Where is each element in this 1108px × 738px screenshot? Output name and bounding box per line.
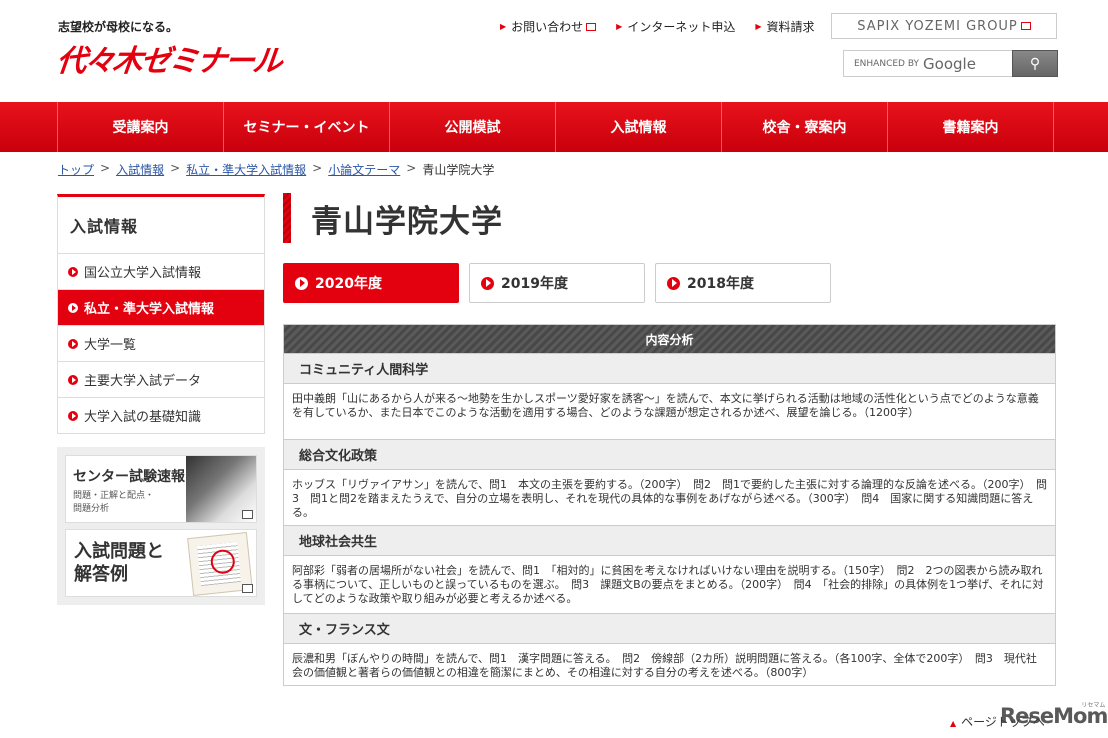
sidebar: 入試情報 国公立大学入試情報 私立・準大学入試情報 大学一覧 主要大学入試データ… — [57, 194, 265, 605]
arrow-circle-icon — [68, 302, 78, 313]
sidebar-banners: センター試験速報 問題・正解と配点・ 問題分析 入試問題と解答例 — [57, 447, 265, 605]
sidebar-item-exam-data[interactable]: 主要大学入試データ — [57, 362, 265, 398]
external-window-icon — [242, 584, 253, 593]
search-input[interactable]: ENHANCED BY Google — [844, 51, 1012, 76]
tab-2020[interactable]: 2020年度 — [283, 263, 459, 303]
contact-link[interactable]: ▶ お問い合わせ — [500, 18, 597, 35]
breadcrumb-current: 青山学院大学 — [422, 163, 495, 177]
sidebar-item-national-univ[interactable]: 国公立大学入試情報 — [57, 254, 265, 290]
breadcrumb-top[interactable]: トップ — [58, 161, 94, 178]
site-logo[interactable]: 代々木ゼミナール — [55, 36, 284, 80]
sidebar-item-univ-list[interactable]: 大学一覧 — [57, 326, 265, 362]
page-title-block: 青山学院大学 — [283, 193, 503, 243]
arrow-circle-icon — [68, 338, 78, 349]
triangle-icon: ▶ — [616, 22, 623, 31]
arrow-circle-icon — [68, 374, 78, 385]
sidebar-item-basics[interactable]: 大学入試の基礎知識 — [57, 398, 265, 434]
breadcrumb-private-univ[interactable]: 私立・準大学入試情報 — [186, 161, 306, 178]
triangle-icon: ▶ — [755, 22, 762, 31]
search-form: ENHANCED BY Google ⚲ — [843, 50, 1058, 77]
page-title: 青山学院大学 — [311, 203, 503, 240]
arrow-circle-icon — [295, 276, 308, 290]
section-title: コミュニティ人間科学 — [284, 353, 1055, 383]
table-header: 内容分析 — [284, 325, 1055, 353]
breadcrumb-exam-info[interactable]: 入試情報 — [116, 161, 164, 178]
arrow-circle-icon — [667, 276, 680, 290]
section-body: 田中義朗「山にあるから人が来る～地勢を生かしスポーツ愛好家を誘客～」を読んで、本… — [284, 383, 1055, 439]
year-tabs: 2020年度 2019年度 2018年度 — [283, 263, 831, 303]
nav-open-mock-exam[interactable]: 公開模試 — [389, 102, 555, 152]
nav-exam-info[interactable]: 入試情報 — [555, 102, 721, 152]
internet-apply-link[interactable]: ▶ インターネット申込 — [616, 18, 735, 35]
nav-books[interactable]: 書籍案内 — [887, 102, 1054, 152]
triangle-up-icon: ▲ — [950, 719, 957, 728]
nav-course-info[interactable]: 受講案内 — [57, 102, 223, 152]
section-body: 辰濃和男「ぼんやりの時間」を読んで、問1 漢字問題に答える。 問2 傍線部（2カ… — [284, 643, 1055, 685]
title-accent-bar — [283, 193, 291, 243]
nav-seminar-event[interactable]: セミナー・イベント — [223, 102, 389, 152]
triangle-icon: ▶ — [500, 22, 507, 31]
site-header: 志望校が母校になる。 代々木ゼミナール ▶ お問い合わせ ▶ インターネット申込 ▶… — [0, 0, 1108, 102]
external-link-icon — [586, 22, 597, 31]
section-title: 総合文化政策 — [284, 439, 1055, 469]
search-button[interactable]: ⚲ — [1012, 50, 1058, 77]
arrow-circle-icon — [68, 410, 78, 421]
logo-tagline: 志望校が母校になる。 — [58, 20, 179, 34]
resemom-watermark: ReseMom リセマム — [1000, 702, 1108, 728]
section-title: 地球社会共生 — [284, 525, 1055, 555]
tab-2018[interactable]: 2018年度 — [655, 263, 831, 303]
top-links: ▶ お問い合わせ ▶ インターネット申込 ▶ 資料請求 — [500, 18, 815, 35]
search-icon: ⚲ — [1029, 55, 1041, 72]
sidebar-item-private-univ[interactable]: 私立・準大学入試情報 — [57, 290, 265, 326]
group-link[interactable]: SAPIX YOZEMI GROUP — [831, 13, 1057, 39]
nav-campus-dorm[interactable]: 校舎・寮案内 — [721, 102, 887, 152]
arrow-circle-icon — [481, 276, 494, 290]
content-analysis-table: 内容分析 コミュニティ人間科学 田中義朗「山にあるから人が来る～地勢を生かしスポ… — [283, 324, 1056, 686]
section-body: ホッブス「リヴァイアサン」を読んで、問1 本文の主張を要約する。（200字） 問… — [284, 469, 1055, 525]
section-title: 文・フランス文 — [284, 613, 1055, 643]
external-window-icon — [242, 510, 253, 519]
external-link-icon — [1020, 22, 1031, 30]
center-exam-banner[interactable]: センター試験速報 問題・正解と配点・ 問題分析 — [65, 455, 257, 523]
request-materials-link[interactable]: ▶ 資料請求 — [755, 18, 814, 35]
main-nav: 受講案内 セミナー・イベント 公開模試 入試情報 校舎・寮案内 書籍案内 — [0, 102, 1108, 152]
breadcrumb: トップ > 入試情報 > 私立・準大学入試情報 > 小論文テーマ > 青山学院大学 — [58, 161, 495, 178]
exam-answers-banner[interactable]: 入試問題と解答例 — [65, 529, 257, 597]
sidebar-heading: 入試情報 — [57, 194, 265, 254]
section-body: 阿部彩「弱者の居場所がない社会」を読んで、問1 「相対的」に貧困を考えなければい… — [284, 555, 1055, 613]
arrow-circle-icon — [68, 266, 78, 277]
breadcrumb-essay-theme[interactable]: 小論文テーマ — [328, 161, 400, 178]
tab-2019[interactable]: 2019年度 — [469, 263, 645, 303]
